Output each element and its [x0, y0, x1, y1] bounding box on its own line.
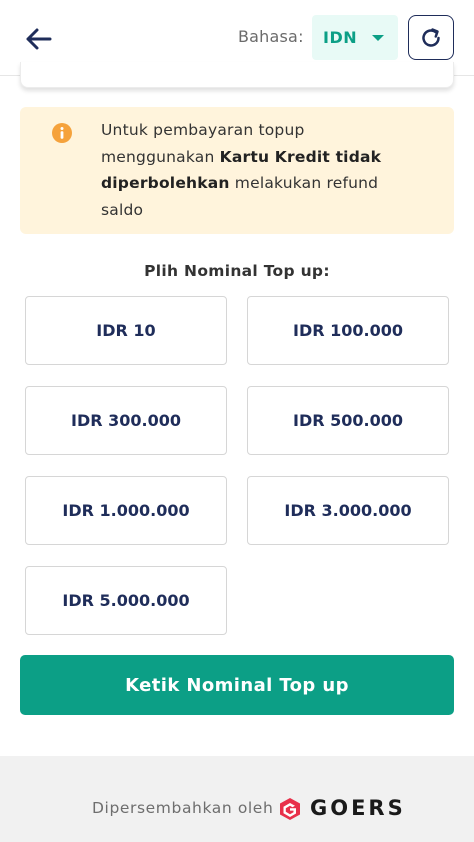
language-label: Bahasa:: [238, 27, 304, 46]
notice-text: Untuk pembayaran topup menggunakan Kartu…: [101, 117, 401, 223]
topup-section-title: Plih Nominal Top up:: [144, 262, 330, 280]
refresh-icon: [422, 27, 440, 47]
footer: Dipersembahkan oleh GOERS: [0, 756, 474, 842]
goers-logo-icon: [280, 798, 300, 820]
caret-down-icon: [372, 35, 384, 41]
topup-option-5[interactable]: IDR 1.000.000: [25, 476, 227, 545]
powered-by-text: Dipersembahkan oleh: [92, 799, 274, 817]
language-select[interactable]: IDN: [312, 15, 398, 60]
refresh-button[interactable]: [408, 15, 454, 60]
topup-option-2[interactable]: IDR 100.000: [247, 296, 449, 365]
refund-notice: Untuk pembayaran topup menggunakan Kartu…: [20, 107, 454, 234]
goers-brand-text: GOERS: [310, 796, 406, 820]
language-value: IDN: [323, 28, 358, 47]
back-button[interactable]: [20, 22, 56, 56]
topup-option-7[interactable]: IDR 5.000.000: [25, 566, 227, 635]
topup-option-1[interactable]: IDR 10: [25, 296, 227, 365]
info-icon: [52, 123, 72, 143]
topup-option-3[interactable]: IDR 300.000: [25, 386, 227, 455]
topup-option-6[interactable]: IDR 3.000.000: [247, 476, 449, 545]
arrow-left-icon: [26, 28, 52, 50]
card-bottom-edge: [20, 62, 454, 88]
custom-topup-button[interactable]: Ketik Nominal Top up: [20, 655, 454, 715]
topup-option-4[interactable]: IDR 500.000: [247, 386, 449, 455]
